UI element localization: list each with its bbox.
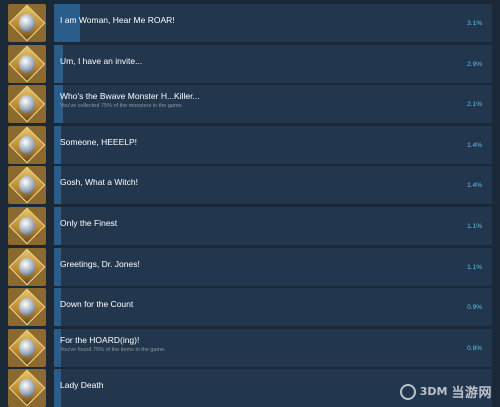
- achievement-badge-icon: [8, 207, 46, 245]
- watermark-brand: 3DM: [419, 385, 448, 398]
- achievement-title: Gosh, What a Witch!: [60, 177, 138, 188]
- unlock-percent: 0.9%: [467, 304, 482, 312]
- achievement-panel: Only the Finest 1.1%: [54, 207, 492, 245]
- achievement-title: I am Woman, Hear Me ROAR!: [60, 15, 175, 25]
- achievement-row[interactable]: For the HOARD(ing)! You've found 75% of t…: [8, 328, 492, 367]
- achievement-title: Um, I have an invite...: [60, 55, 143, 66]
- watermark-logo-icon: [399, 383, 416, 400]
- achievement-row[interactable]: Um, I have an invite... 2.9%: [8, 44, 492, 83]
- achievement-badge-icon: [8, 125, 46, 164]
- watermark: 3DM 当游网: [399, 382, 492, 401]
- unlock-percent: 1.1%: [467, 223, 482, 230]
- achievement-row[interactable]: Greetings, Dr. Jones! 1.1%: [8, 247, 492, 286]
- achievement-list: I am Woman, Hear Me ROAR! 3.1% Um, I have …: [0, 0, 500, 407]
- unlock-percent: 2.9%: [467, 60, 482, 68]
- unlock-percent: 2.1%: [467, 101, 482, 109]
- unlock-percent: 3.1%: [467, 20, 482, 27]
- achievement-row[interactable]: I am Woman, Hear Me ROAR! 3.1%: [8, 4, 492, 42]
- achievement-row[interactable]: Gosh, What a Witch! 1.4%: [8, 166, 492, 205]
- achievement-title: Who's the Bwave Monster H...Killer...: [60, 91, 200, 102]
- achievement-description: You've found 75% of the items in the gam…: [60, 346, 166, 353]
- watermark-text: 当游网: [451, 386, 492, 401]
- achievement-row[interactable]: Only the Finest 1.1%: [8, 207, 492, 245]
- unlock-percent: 1.1%: [467, 263, 482, 271]
- achievement-title: Greetings, Dr. Jones!: [60, 258, 140, 269]
- achievement-title: Someone, HEEELP!: [60, 136, 138, 147]
- achievement-badge-icon: [8, 328, 46, 367]
- achievement-panel: Gosh, What a Witch! 1.4%: [54, 166, 492, 205]
- achievement-badge-icon: [8, 166, 46, 205]
- achievement-panel: Who's the Bwave Monster H...Killer... You…: [54, 85, 492, 124]
- achievement-row[interactable]: Someone, HEEELP! 1.4%: [8, 125, 492, 164]
- unlock-percent: 1.4%: [467, 141, 482, 149]
- achievement-badge-icon: [8, 4, 46, 42]
- achievement-row[interactable]: Who's the Bwave Monster H...Killer... You…: [8, 85, 492, 124]
- achievement-badge-icon: [8, 44, 46, 83]
- achievement-panel: I am Woman, Hear Me ROAR! 3.1%: [54, 4, 492, 42]
- achievement-panel: Um, I have an invite... 2.9%: [54, 44, 492, 83]
- unlock-percent: 0.8%: [467, 344, 482, 352]
- achievement-title: For the HOARD(ing)!: [60, 334, 140, 345]
- achievement-title: Lady Death: [60, 380, 104, 391]
- achievement-badge-icon: [8, 85, 46, 124]
- achievement-panel: For the HOARD(ing)! You've found 75% of t…: [54, 328, 492, 367]
- achievement-row[interactable]: Down for the Count 0.9%: [8, 288, 492, 327]
- achievement-description: You've collected 75% of the monsters in …: [60, 103, 184, 110]
- achievement-badge-icon: [8, 369, 46, 407]
- unlock-percent: 1.4%: [467, 182, 482, 190]
- achievement-panel: Greetings, Dr. Jones! 1.1%: [54, 247, 492, 286]
- achievement-title: Only the Finest: [60, 218, 118, 228]
- achievement-badge-icon: [8, 288, 46, 327]
- achievement-panel: Down for the Count 0.9%: [54, 288, 492, 327]
- achievement-panel: Someone, HEEELP! 1.4%: [54, 125, 492, 164]
- achievement-title: Down for the Count: [60, 299, 134, 310]
- achievement-badge-icon: [8, 247, 46, 286]
